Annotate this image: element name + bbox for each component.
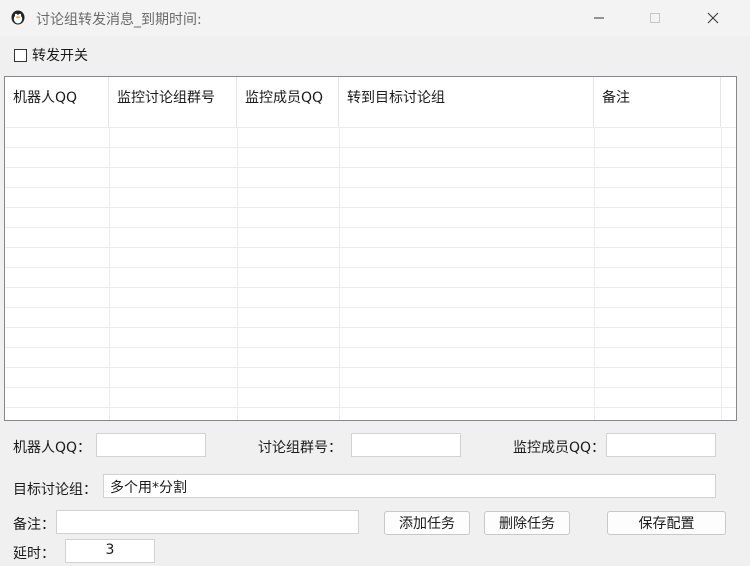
column-header-target-group[interactable]: 转到目标讨论组 (339, 77, 594, 127)
task-list-grid (5, 127, 736, 420)
save-config-button[interactable]: 保存配置 (607, 511, 726, 535)
title-bar[interactable]: 讨论组转发消息_到期时间: (0, 0, 750, 36)
minimize-button[interactable] (576, 0, 622, 36)
maximize-icon (650, 13, 660, 23)
member-qq-label: 监控成员QQ： (513, 440, 606, 456)
column-header-member-qq[interactable]: 监控成员QQ (237, 77, 339, 127)
close-button[interactable] (690, 0, 736, 36)
robot-qq-label: 机器人QQ： (13, 440, 92, 456)
task-list[interactable]: 机器人QQ 监控讨论组群号 监控成员QQ 转到目标讨论组 备注 (4, 76, 737, 421)
column-header-robot-qq[interactable]: 机器人QQ (5, 77, 109, 127)
column-header-group-no[interactable]: 监控讨论组群号 (109, 77, 237, 127)
robot-qq-input[interactable] (96, 433, 206, 457)
task-list-header: 机器人QQ 监控讨论组群号 监控成员QQ 转到目标讨论组 备注 (5, 77, 736, 127)
target-group-label: 目标讨论组： (13, 482, 97, 498)
qq-penguin-icon (10, 9, 26, 25)
delay-input[interactable]: 3 (65, 539, 155, 563)
delete-task-button[interactable]: 删除任务 (484, 511, 570, 535)
group-no-input[interactable] (351, 433, 461, 457)
forward-toggle[interactable]: 转发开关 (14, 45, 88, 65)
column-header-remark[interactable]: 备注 (594, 77, 721, 127)
add-task-button[interactable]: 添加任务 (384, 511, 470, 535)
remark-label: 备注： (13, 517, 55, 533)
delay-label: 延时： (13, 546, 55, 562)
window-title: 讨论组转发消息_到期时间: (36, 12, 202, 28)
group-no-label: 讨论组群号： (258, 440, 342, 456)
close-icon (707, 12, 719, 24)
remark-input[interactable] (56, 510, 359, 534)
forward-toggle-label: 转发开关 (32, 48, 88, 64)
maximize-button[interactable] (632, 0, 678, 36)
app-window: 讨论组转发消息_到期时间: 转发开关 机器人QQ 监控讨论组群号 监控成员QQ (0, 0, 750, 566)
target-group-input[interactable]: 多个用*分割 (103, 474, 716, 498)
minimize-icon (594, 17, 604, 19)
forward-toggle-checkbox[interactable] (14, 48, 27, 62)
member-qq-input[interactable] (606, 433, 716, 457)
